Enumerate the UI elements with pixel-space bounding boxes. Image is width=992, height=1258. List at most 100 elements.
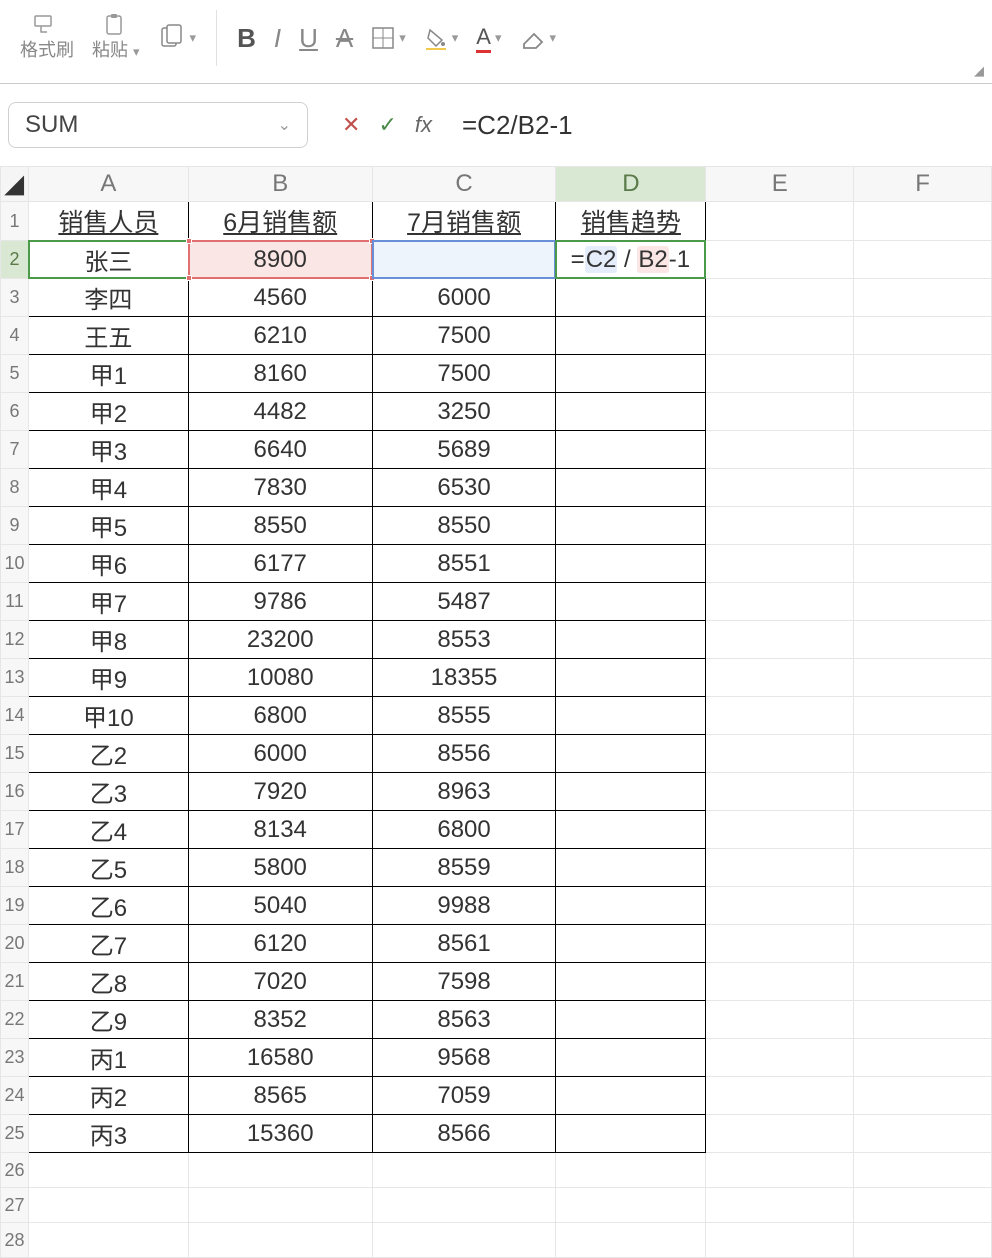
row-head[interactable]: 5 xyxy=(1,355,29,393)
cell[interactable] xyxy=(854,773,992,811)
cell[interactable]: 8550 xyxy=(188,507,372,545)
cell[interactable]: 16580 xyxy=(188,1039,372,1077)
cell[interactable] xyxy=(854,393,992,431)
cell[interactable]: 5487 xyxy=(372,583,556,621)
cell[interactable] xyxy=(706,355,854,393)
formula-cancel-button[interactable]: ✕ xyxy=(342,112,360,138)
cell[interactable]: 8352 xyxy=(188,1001,372,1039)
cell[interactable]: 甲7 xyxy=(28,583,188,621)
row-head[interactable]: 6 xyxy=(1,393,29,431)
italic-button[interactable]: I xyxy=(274,23,281,54)
cell[interactable] xyxy=(706,773,854,811)
cell[interactable]: 丙3 xyxy=(28,1115,188,1153)
cell[interactable]: 6177 xyxy=(188,545,372,583)
cell[interactable]: 6800 xyxy=(188,697,372,735)
cell[interactable] xyxy=(706,659,854,697)
cell[interactable] xyxy=(706,279,854,317)
cell[interactable] xyxy=(854,355,992,393)
cell[interactable] xyxy=(556,545,706,583)
cell[interactable] xyxy=(556,1153,706,1188)
row-head[interactable]: 2 xyxy=(1,241,29,279)
paste-button[interactable]: 粘贴 ▾ xyxy=(92,14,140,62)
cell[interactable]: 10080 xyxy=(188,659,372,697)
cell[interactable] xyxy=(556,697,706,735)
row-head[interactable]: 27 xyxy=(1,1188,29,1223)
cell[interactable] xyxy=(372,1223,556,1258)
cell[interactable] xyxy=(706,1115,854,1153)
cell[interactable]: 8134 xyxy=(188,811,372,849)
cell[interactable] xyxy=(556,621,706,659)
cell[interactable] xyxy=(556,1115,706,1153)
cell[interactable] xyxy=(706,811,854,849)
cell[interactable] xyxy=(854,925,992,963)
strikethrough-button[interactable]: A xyxy=(336,23,353,54)
col-head-b[interactable]: B xyxy=(188,167,372,202)
cell[interactable] xyxy=(854,1153,992,1188)
cell[interactable] xyxy=(854,1115,992,1153)
cell[interactable] xyxy=(706,697,854,735)
cell[interactable] xyxy=(556,659,706,697)
cell[interactable]: 8550 xyxy=(372,507,556,545)
cell[interactable] xyxy=(706,317,854,355)
cell[interactable] xyxy=(706,1077,854,1115)
row-head[interactable]: 28 xyxy=(1,1223,29,1258)
col-head-a[interactable]: A xyxy=(28,167,188,202)
cell[interactable]: 7月销售额 xyxy=(372,202,556,241)
name-box[interactable]: SUM ⌄ xyxy=(8,102,308,148)
cell[interactable] xyxy=(854,1077,992,1115)
row-head[interactable]: 10 xyxy=(1,545,29,583)
cell[interactable] xyxy=(706,469,854,507)
cell[interactable]: 6000 xyxy=(372,279,556,317)
cell[interactable] xyxy=(556,1001,706,1039)
cell[interactable]: 甲6 xyxy=(28,545,188,583)
cell[interactable] xyxy=(854,849,992,887)
row-head[interactable]: 1 xyxy=(1,202,29,241)
cell[interactable] xyxy=(706,507,854,545)
cell[interactable] xyxy=(854,431,992,469)
row-head[interactable]: 9 xyxy=(1,507,29,545)
cell-b2[interactable]: 8900 xyxy=(188,241,372,279)
cell[interactable] xyxy=(372,1188,556,1223)
cell[interactable]: 销售趋势 xyxy=(556,202,706,241)
cell[interactable]: 5800 xyxy=(188,849,372,887)
cell[interactable] xyxy=(854,545,992,583)
cell[interactable]: 4560 xyxy=(188,279,372,317)
cell[interactable]: 6800 xyxy=(372,811,556,849)
cell[interactable]: 5689 xyxy=(372,431,556,469)
row-head[interactable]: 24 xyxy=(1,1077,29,1115)
cell[interactable] xyxy=(706,735,854,773)
cell[interactable] xyxy=(706,393,854,431)
cell[interactable] xyxy=(854,469,992,507)
cell[interactable] xyxy=(556,1188,706,1223)
cell[interactable] xyxy=(854,202,992,241)
cell[interactable] xyxy=(706,583,854,621)
cell[interactable] xyxy=(854,1223,992,1258)
row-head[interactable]: 26 xyxy=(1,1153,29,1188)
cell[interactable] xyxy=(706,1223,854,1258)
row-head[interactable]: 25 xyxy=(1,1115,29,1153)
cell[interactable]: 乙4 xyxy=(28,811,188,849)
col-head-f[interactable]: F xyxy=(854,167,992,202)
cell[interactable]: 甲1 xyxy=(28,355,188,393)
cell[interactable] xyxy=(556,583,706,621)
cell[interactable] xyxy=(706,887,854,925)
cell[interactable]: 8566 xyxy=(372,1115,556,1153)
copy-button[interactable]: ▾ xyxy=(158,24,197,52)
cell[interactable]: 甲9 xyxy=(28,659,188,697)
cell[interactable] xyxy=(854,963,992,1001)
cell[interactable]: 8556 xyxy=(372,735,556,773)
cell[interactable]: 6530 xyxy=(372,469,556,507)
cell[interactable]: 15360 xyxy=(188,1115,372,1153)
cell[interactable] xyxy=(556,811,706,849)
cell[interactable]: 乙3 xyxy=(28,773,188,811)
cell[interactable] xyxy=(854,811,992,849)
select-all-corner[interactable]: ◢ xyxy=(1,167,29,202)
cell[interactable] xyxy=(556,431,706,469)
row-head[interactable]: 22 xyxy=(1,1001,29,1039)
formula-accept-button[interactable]: ✓ xyxy=(378,112,396,138)
format-painter-button[interactable]: 格式刷 xyxy=(20,14,74,62)
cell[interactable] xyxy=(556,963,706,1001)
cell[interactable] xyxy=(372,1153,556,1188)
cell[interactable]: 甲8 xyxy=(28,621,188,659)
row-head[interactable]: 7 xyxy=(1,431,29,469)
